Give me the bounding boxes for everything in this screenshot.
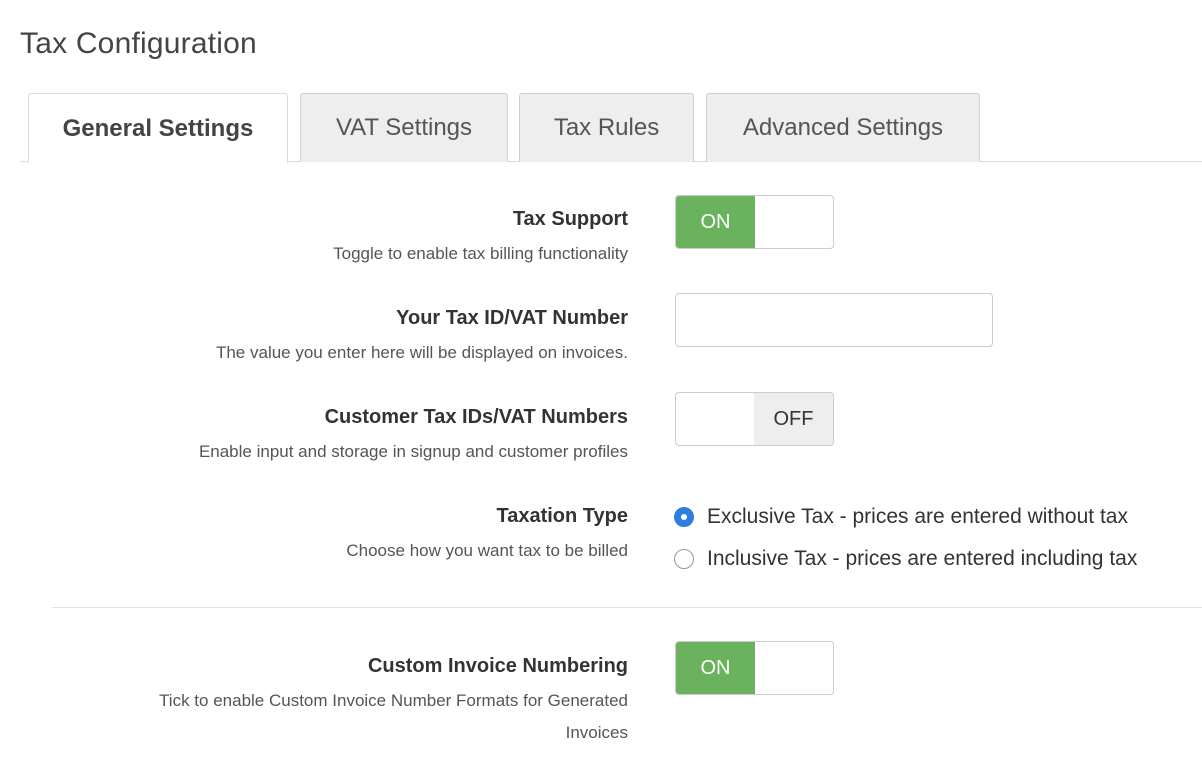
tax-id-help: The value you enter here will be display…: [215, 343, 628, 362]
radio-inclusive-tax-label: Inclusive Tax - prices are entered inclu…: [707, 547, 1138, 570]
radio-checked-icon[interactable]: [674, 507, 694, 527]
custom-invoice-numbering-toggle-state: ON: [676, 642, 755, 694]
customer-tax-ids-label: Customer Tax IDs/VAT Numbers: [324, 406, 628, 428]
custom-invoice-numbering-toggle[interactable]: ON: [675, 641, 834, 695]
tax-support-label: Tax Support: [512, 208, 628, 230]
radio-unchecked-icon[interactable]: [674, 549, 694, 569]
custom-invoice-numbering-help-line1: Tick to enable Custom Invoice Number For…: [159, 691, 628, 710]
section-divider: [52, 607, 1202, 608]
tab-bar: General Settings VAT Settings Tax Rules …: [20, 93, 1202, 163]
tab-vat-settings[interactable]: VAT Settings: [300, 93, 508, 162]
custom-invoice-numbering-help-line2: Invoices: [565, 723, 628, 742]
tab-general-settings[interactable]: General Settings: [28, 93, 288, 163]
tax-support-toggle[interactable]: ON: [675, 195, 834, 249]
customer-tax-ids-help: Enable input and storage in signup and c…: [198, 442, 628, 461]
taxation-type-label: Taxation Type: [496, 505, 628, 527]
radio-exclusive-tax[interactable]: Exclusive Tax - prices are entered witho…: [674, 505, 1128, 529]
customer-tax-ids-toggle-state: OFF: [754, 393, 833, 445]
tax-support-toggle-state: ON: [676, 196, 755, 248]
taxation-type-help: Choose how you want tax to be billed: [346, 541, 628, 560]
page-title: Tax Configuration: [20, 27, 257, 60]
tax-support-help: Toggle to enable tax billing functionali…: [333, 244, 628, 263]
tax-id-label: Your Tax ID/VAT Number: [396, 307, 628, 329]
customer-tax-ids-toggle[interactable]: OFF: [675, 392, 834, 446]
tax-id-input[interactable]: [675, 293, 993, 347]
radio-inclusive-tax[interactable]: Inclusive Tax - prices are entered inclu…: [674, 547, 1137, 571]
tab-tax-rules[interactable]: Tax Rules: [519, 93, 694, 162]
radio-exclusive-tax-label: Exclusive Tax - prices are entered witho…: [707, 505, 1128, 528]
custom-invoice-numbering-help: Tick to enable Custom Invoice Number For…: [159, 685, 628, 749]
custom-invoice-numbering-label: Custom Invoice Numbering: [367, 655, 628, 677]
tab-advanced-settings[interactable]: Advanced Settings: [706, 93, 980, 162]
